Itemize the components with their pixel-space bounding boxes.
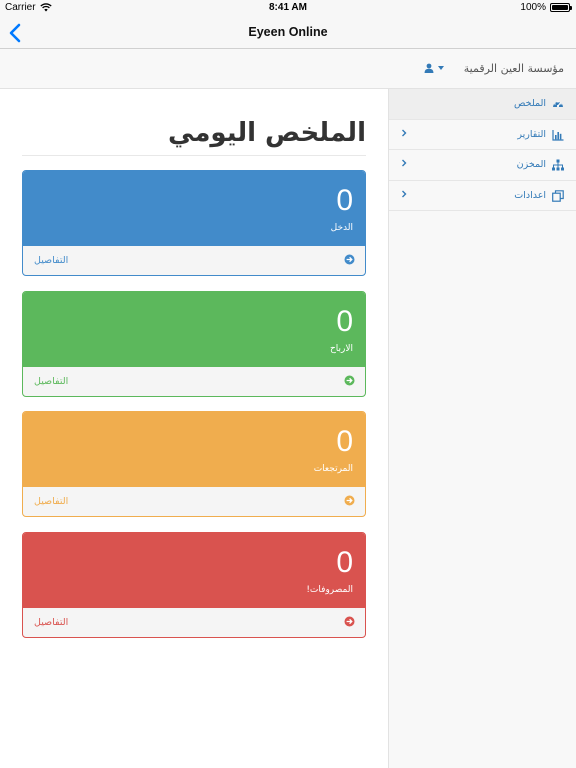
nav-bar: Eyeen Online	[0, 16, 576, 49]
card-body: 0 الدخل	[23, 171, 365, 245]
returns-details-link[interactable]: التفاصيل	[23, 486, 365, 516]
user-menu-button[interactable]	[424, 63, 444, 73]
chevron-right-icon	[402, 159, 407, 167]
income-details-link[interactable]: التفاصيل	[23, 245, 365, 275]
dashboard-icon	[553, 101, 563, 108]
chevron-right-icon	[402, 129, 407, 136]
returns-card: 0 المرتجعات التفاصيل	[22, 411, 366, 517]
caret-down-icon	[438, 66, 444, 70]
arrow-circle-right-icon	[344, 495, 355, 506]
sitemap-icon	[552, 159, 564, 171]
card-label: المصروفات!	[306, 585, 353, 595]
profits-details-link[interactable]: التفاصيل	[23, 366, 365, 396]
card-label: المرتجعات	[313, 464, 353, 474]
bar-chart-icon	[552, 129, 564, 141]
card-label: الارباح	[329, 344, 353, 354]
card-value: 0	[336, 305, 353, 338]
details-label: التفاصيل	[34, 376, 69, 387]
profits-card: 0 الارباح التفاصيل	[22, 291, 366, 397]
card-body: 0 المرتجعات	[23, 412, 365, 486]
card-body: 0 المصروفات!	[23, 533, 365, 607]
arrow-circle-right-icon	[344, 254, 355, 265]
sidebar-item-label: المخزن	[516, 159, 546, 170]
nav-title: Eyeen Online	[248, 25, 328, 39]
copy-icon	[552, 189, 564, 202]
details-label: التفاصيل	[34, 255, 69, 266]
page-title: الملخص اليومي	[168, 118, 366, 148]
sidebar-item-summary[interactable]: الملخص	[389, 89, 576, 120]
details-label: التفاصيل	[34, 617, 69, 628]
sidebar-item-settings[interactable]: اعدادات	[389, 181, 576, 211]
org-name: مؤسسة العين الرقمية	[463, 62, 564, 75]
expenses-card: 0 المصروفات! التفاصيل	[22, 532, 366, 638]
card-body: 0 الارباح	[23, 292, 365, 366]
sidebar-item-label: اعدادات	[514, 189, 546, 201]
status-right: 100%	[520, 2, 572, 13]
arrow-circle-right-icon	[344, 616, 355, 627]
details-label: التفاصيل	[34, 496, 69, 507]
app-header: مؤسسة العين الرقمية	[0, 49, 576, 89]
sidebar-item-warehouse[interactable]: المخزن	[389, 150, 576, 181]
card-label: الدخل	[330, 223, 353, 233]
chevron-left-icon[interactable]	[6, 22, 26, 44]
status-bar: Carrier 8:41 AM 100%	[0, 0, 576, 16]
battery-fill	[552, 5, 568, 10]
card-value: 0	[336, 546, 353, 579]
card-value: 0	[336, 425, 353, 458]
arrow-circle-right-icon	[344, 375, 355, 386]
sidebar-item-label: التقارير	[517, 128, 546, 140]
title-divider	[22, 155, 366, 156]
sidebar: الملخص التقارير المخزن اعدادات	[388, 89, 576, 768]
expenses-details-link[interactable]: التفاصيل	[23, 607, 365, 637]
status-time: 8:41 AM	[269, 2, 307, 13]
user-icon	[424, 63, 434, 73]
battery-icon	[550, 3, 572, 12]
card-value: 0	[336, 184, 353, 217]
income-card: 0 الدخل التفاصيل	[22, 170, 366, 276]
battery-percent: 100%	[520, 2, 546, 13]
chevron-right-icon	[402, 190, 407, 197]
sidebar-item-reports[interactable]: التقارير	[389, 120, 576, 150]
sidebar-item-label: الملخص	[514, 98, 546, 109]
